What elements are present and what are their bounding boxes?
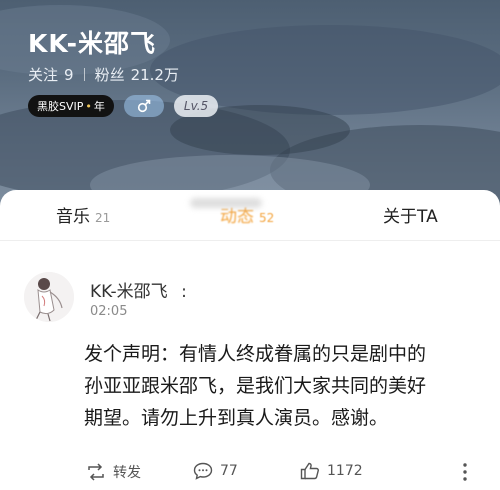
following-count[interactable]: 9	[64, 66, 74, 84]
tab-about[interactable]: 关于TA	[383, 202, 438, 227]
post-author-name: KK-米邵飞	[90, 282, 168, 302]
level-badge[interactable]: Lv.5	[173, 95, 219, 117]
post-time: 02:05	[90, 304, 128, 319]
post-author-suffix: :	[181, 282, 187, 302]
followers-count[interactable]: 21.2万	[131, 64, 179, 85]
post-body: 发个声明：有情人终成眷属的只是剧中的 孙亚亚跟米邵飞，是我们大家共同的美好 期望…	[84, 338, 479, 434]
followers-label[interactable]: 粉丝	[95, 64, 125, 85]
comment-button[interactable]: 77	[193, 462, 238, 480]
comment-icon	[193, 462, 213, 480]
tab-music-label: 音乐	[56, 207, 90, 227]
post-text-line: 期望。请勿上升到真人演员。感谢。	[84, 407, 389, 429]
repost-button[interactable]: 转发	[86, 462, 141, 482]
more-icon	[463, 463, 467, 481]
profile-badges: 黑胶SVIP • 年 Lv.5	[28, 95, 219, 117]
profile-name: KK-米邵飞	[28, 29, 156, 58]
more-button[interactable]	[462, 462, 468, 482]
gender-badge	[123, 95, 164, 117]
like-button[interactable]: 1172	[300, 462, 363, 480]
tab-feed-count: 52	[259, 211, 275, 225]
comment-count: 77	[220, 463, 238, 479]
profile-stats: 关注 9 粉丝 21.2万	[28, 64, 179, 85]
tab-music-count: 21	[95, 211, 111, 225]
vip-dot-icon: •	[85, 99, 92, 113]
tab-music[interactable]: 音乐 21	[56, 202, 110, 227]
stats-divider	[83, 68, 85, 81]
post-actions: 转发 77 1172	[0, 462, 500, 490]
following-label[interactable]: 关注	[28, 64, 58, 85]
vip-badge[interactable]: 黑胶SVIP • 年	[28, 95, 114, 117]
avatar[interactable]	[24, 272, 74, 322]
profile-header: KK-米邵飞 关注 9 粉丝 21.2万 黑胶SVIP • 年 Lv.5	[0, 0, 500, 215]
blurred-overlay	[190, 198, 262, 208]
thumbs-up-icon	[300, 462, 319, 480]
post-text-line: 孙亚亚跟米邵飞，是我们大家共同的美好	[84, 375, 427, 397]
like-count: 1172	[327, 463, 363, 479]
post-author[interactable]: KK-米邵飞 :	[90, 277, 187, 302]
repost-icon	[88, 463, 104, 481]
male-icon	[137, 99, 151, 113]
vip-badge-text: 黑胶SVIP	[37, 100, 84, 113]
tab-about-label: 关于TA	[383, 207, 438, 227]
repost-label: 转发	[113, 465, 141, 481]
vip-badge-suffix: 年	[93, 100, 105, 113]
avatar-illustration	[24, 272, 74, 322]
post-text-line: 发个声明：有情人终成眷属的只是剧中的	[84, 343, 427, 365]
